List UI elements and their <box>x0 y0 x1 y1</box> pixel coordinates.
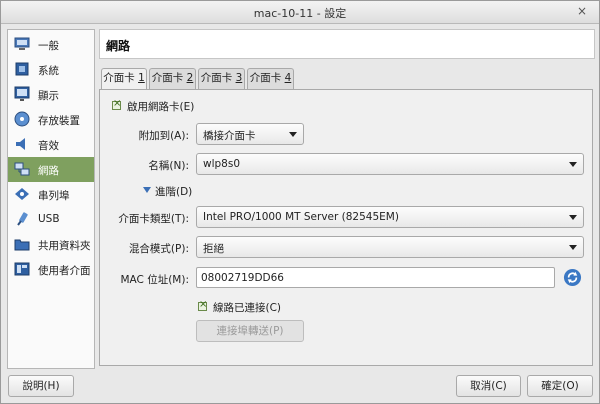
sidebar-item-audio[interactable]: 音效 <box>8 132 94 157</box>
sidebar-item-label: 顯示 <box>38 90 59 102</box>
general-icon <box>14 37 30 50</box>
sidebar-item-display[interactable]: 顯示 <box>8 82 94 107</box>
sidebar-item-network[interactable]: 網路 <box>8 157 94 182</box>
user-interface-icon <box>14 262 30 276</box>
tab-label: 介面卡 <box>200 72 236 84</box>
sidebar-item-label: 共用資料夾 <box>38 240 91 252</box>
sidebar-item-system[interactable]: 系統 <box>8 57 94 82</box>
chevron-down-icon <box>569 162 577 167</box>
usb-icon <box>17 212 28 226</box>
promiscuous-label: 混合模式(P): <box>128 243 189 255</box>
storage-icon <box>14 111 30 127</box>
tab-key: 2 <box>186 72 194 84</box>
sidebar-item-user-interface[interactable]: 使用者介面 <box>8 257 94 282</box>
sidebar-item-label: 一般 <box>38 40 59 52</box>
attached-to-select[interactable]: 橋接介面卡 <box>196 123 304 145</box>
sidebar-item-shared-folder[interactable]: 共用資料夾 <box>8 232 94 257</box>
adapter-panel: 啟用網路卡(E) 附加到(A): 橋接介面卡 名稱(N): wlp8s0 進階(… <box>99 89 593 366</box>
advanced-toggle[interactable]: 進階(D) <box>155 184 192 199</box>
shared-folder-icon <box>14 239 30 251</box>
audio-icon <box>16 138 25 150</box>
sidebar-item-label: 存放裝置 <box>38 115 80 127</box>
network-icon <box>14 162 30 176</box>
tab-key: 3 <box>235 72 243 84</box>
name-select[interactable]: wlp8s0 <box>196 153 584 175</box>
page-title: 網路 <box>106 39 131 53</box>
sidebar-item-label: 系統 <box>38 65 59 77</box>
tab-adapter-4[interactable]: 介面卡 4 <box>247 68 294 89</box>
main-area: 網路 介面卡 1 介面卡 2 介面卡 3 介面卡 4 啟用網路卡(E) 附加到(… <box>99 29 595 367</box>
promiscuous-value: 拒絕 <box>203 243 224 255</box>
tab-label: 介面卡 <box>103 72 139 84</box>
mac-address-field[interactable] <box>196 267 555 288</box>
sidebar: 一般 系統 顯示 存放裝置 音效 網路 串列埠 USB 共用資料夾 使用者介面 <box>7 29 95 369</box>
mac-address-label: MAC 位址(M): <box>120 274 189 286</box>
chevron-down-icon <box>289 132 297 137</box>
ok-button[interactable]: 確定(O) <box>527 375 593 397</box>
serial-port-icon <box>15 188 29 200</box>
chevron-down-icon <box>569 215 577 220</box>
close-icon[interactable]: × <box>575 4 589 18</box>
name-label: 名稱(N): <box>148 160 189 172</box>
page-header: 網路 <box>99 29 595 59</box>
sidebar-item-general[interactable]: 一般 <box>8 32 94 57</box>
window-title: mac-10-11 - 設定 <box>253 7 347 20</box>
tab-label: 介面卡 <box>151 72 187 84</box>
tab-label: 介面卡 <box>249 72 285 84</box>
mac-address-input[interactable] <box>201 270 548 285</box>
refresh-mac-icon[interactable] <box>563 268 582 287</box>
system-icon <box>15 62 29 76</box>
adapter-type-value: Intel PRO/1000 MT Server (82545EM) <box>203 211 399 223</box>
tab-adapter-3[interactable]: 介面卡 3 <box>198 68 245 89</box>
enable-adapter-label: 啟用網路卡(E) <box>127 101 195 113</box>
settings-window: mac-10-11 - 設定 × 一般 系統 顯示 存放裝置 音效 網路 串列埠… <box>0 0 600 404</box>
cable-connected-checkbox[interactable] <box>198 299 207 311</box>
display-icon <box>14 86 30 101</box>
tab-key: 4 <box>284 72 292 84</box>
sidebar-item-usb[interactable]: USB <box>8 207 94 232</box>
name-value: wlp8s0 <box>203 158 241 170</box>
expand-triangle-icon[interactable] <box>143 187 151 193</box>
adapter-type-label: 介面卡類型(T): <box>118 213 189 225</box>
cable-connected-label: 線路已連接(C) <box>213 302 282 314</box>
cancel-button[interactable]: 取消(C) <box>456 375 521 397</box>
sidebar-item-label: USB <box>38 213 60 225</box>
promiscuous-select[interactable]: 拒絕 <box>196 236 584 258</box>
tab-adapter-2[interactable]: 介面卡 2 <box>149 68 196 89</box>
sidebar-item-label: 使用者介面 <box>38 265 91 277</box>
adapter-type-select[interactable]: Intel PRO/1000 MT Server (82545EM) <box>196 206 584 228</box>
attached-to-value: 橋接介面卡 <box>203 130 256 142</box>
enable-adapter-checkbox[interactable] <box>112 98 121 110</box>
sidebar-item-storage[interactable]: 存放裝置 <box>8 107 94 132</box>
attached-to-label: 附加到(A): <box>138 130 189 142</box>
tab-adapter-1[interactable]: 介面卡 1 <box>101 68 147 90</box>
sidebar-item-label: 音效 <box>38 140 59 152</box>
port-forwarding-button[interactable]: 連接埠轉送(P) <box>196 320 304 342</box>
sidebar-item-serial-port[interactable]: 串列埠 <box>8 182 94 207</box>
sidebar-item-label: 網路 <box>38 165 59 177</box>
help-button[interactable]: 說明(H) <box>8 375 74 397</box>
tab-key: 1 <box>138 72 145 84</box>
chevron-down-icon <box>569 245 577 250</box>
sidebar-item-label: 串列埠 <box>38 190 70 202</box>
title-bar[interactable]: mac-10-11 - 設定 × <box>1 1 599 24</box>
